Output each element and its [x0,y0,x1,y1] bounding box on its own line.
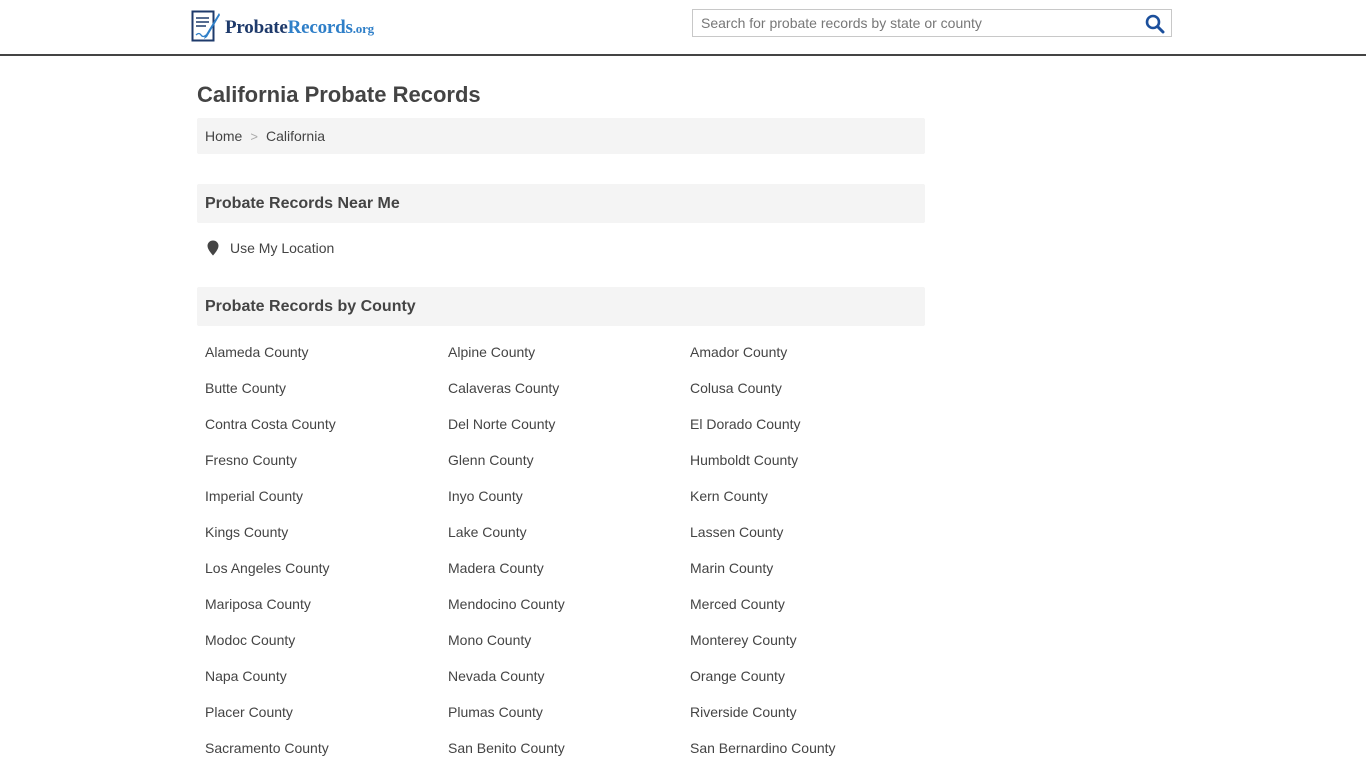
county-link[interactable]: Marin County [690,559,933,595]
county-link[interactable]: Humboldt County [690,451,933,487]
county-link[interactable]: El Dorado County [690,415,933,451]
breadcrumb-separator: > [250,128,258,144]
near-me-heading: Probate Records Near Me [197,184,925,223]
site-header: ProbateRecords.org [0,0,1366,56]
county-link[interactable]: Alpine County [448,343,690,379]
county-link[interactable]: Orange County [690,667,933,703]
county-link[interactable]: Contra Costa County [205,415,448,451]
county-link[interactable]: Napa County [205,667,448,703]
county-link[interactable]: Mono County [448,631,690,667]
county-link[interactable]: Lassen County [690,523,933,559]
county-link[interactable]: Amador County [690,343,933,379]
county-link[interactable]: Alameda County [205,343,448,379]
use-my-location-label: Use My Location [230,240,335,256]
county-link[interactable]: Placer County [205,703,448,739]
county-link[interactable]: San Bernardino County [690,739,933,775]
county-link[interactable]: Modoc County [205,631,448,667]
county-link[interactable]: Glenn County [448,451,690,487]
county-link[interactable]: Butte County [205,379,448,415]
county-link[interactable]: Mariposa County [205,595,448,631]
county-link[interactable]: Colusa County [690,379,933,415]
use-my-location-link[interactable]: Use My Location [207,240,334,256]
county-link[interactable]: Nevada County [448,667,690,703]
county-link[interactable]: Kern County [690,487,933,523]
county-list: Alameda County Alpine County Amador County… [205,343,933,775]
search-icon [1145,14,1165,34]
county-link[interactable]: Plumas County [448,703,690,739]
county-link[interactable]: Lake County [448,523,690,559]
breadcrumb-current[interactable]: California [266,128,325,144]
county-link[interactable]: Kings County [205,523,448,559]
county-link[interactable]: Inyo County [448,487,690,523]
county-link[interactable]: Los Angeles County [205,559,448,595]
county-link[interactable]: Calaveras County [448,379,690,415]
search-button[interactable] [1145,14,1165,34]
search-input[interactable] [693,10,1141,36]
county-link[interactable]: San Benito County [448,739,690,775]
breadcrumb-home[interactable]: Home [205,128,242,144]
search-box [692,9,1172,37]
page-title: California Probate Records [197,82,481,107]
county-link[interactable]: Merced County [690,595,933,631]
county-link[interactable]: Mendocino County [448,595,690,631]
county-link[interactable]: Imperial County [205,487,448,523]
document-quill-icon [191,10,220,42]
logo-wordmark: ProbateRecords.org [225,17,374,38]
site-logo[interactable]: ProbateRecords.org [191,10,374,44]
county-link[interactable]: Sacramento County [205,739,448,775]
by-county-heading: Probate Records by County [197,287,925,326]
breadcrumb: Home > California [197,118,925,154]
county-link[interactable]: Riverside County [690,703,933,739]
county-link[interactable]: Del Norte County [448,415,690,451]
county-link[interactable]: Monterey County [690,631,933,667]
map-pin-icon [207,240,219,256]
county-link[interactable]: Madera County [448,559,690,595]
county-link[interactable]: Fresno County [205,451,448,487]
